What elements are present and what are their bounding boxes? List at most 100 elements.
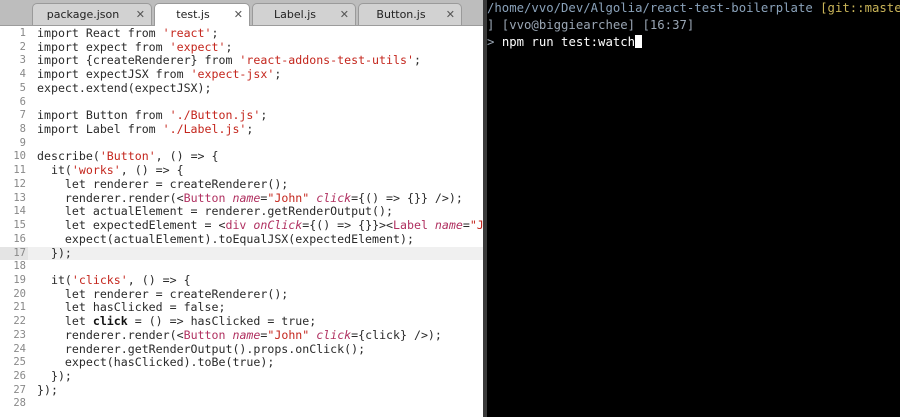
- close-icon[interactable]: ✕: [340, 8, 349, 21]
- code-line-27: });: [37, 382, 483, 398]
- line-number: 2: [19, 40, 26, 53]
- string-token: 'clicks': [71, 272, 128, 287]
- line-number: 25: [13, 356, 26, 369]
- code-text: , () => {: [127, 272, 191, 287]
- code-text: });: [37, 382, 58, 397]
- tab-label: Button.js: [376, 8, 426, 21]
- code-text: ;: [413, 53, 421, 68]
- code-text: import Label from: [37, 122, 163, 137]
- code-text: =: [462, 218, 470, 233]
- tab-label: Label.js: [274, 8, 316, 21]
- code-line-4: import expectJSX from 'expect-jsx';: [37, 67, 483, 82]
- code-lines[interactable]: import React from 'react'; import expect…: [28, 26, 483, 411]
- string-token: "John": [267, 327, 310, 342]
- close-icon[interactable]: ✕: [136, 8, 145, 21]
- jsx-attr-token: click: [316, 327, 352, 342]
- code-line-2: import expect from 'expect';: [37, 39, 483, 55]
- code-line-25: expect(hasClicked).toBe(true);: [37, 355, 483, 370]
- tab-package-json[interactable]: package.json ✕: [32, 3, 152, 25]
- line-number: 3: [19, 54, 26, 67]
- line-number: 23: [13, 328, 26, 341]
- line-number: 12: [13, 177, 26, 190]
- line-number: 4: [19, 68, 26, 81]
- line-number: 28: [13, 397, 26, 410]
- code-line-26: });: [37, 369, 483, 384]
- string-token: 'works': [71, 163, 121, 178]
- code-text: import expectJSX from: [37, 67, 191, 82]
- tab-button-js[interactable]: Button.js ✕: [358, 3, 462, 25]
- tab-bar: package.json ✕ test.js ✕ Label.js ✕ Butt…: [0, 0, 483, 26]
- code-text: = () => hasClicked = true;: [127, 314, 317, 329]
- terminal-cwd: /home/vvo/Dev/Algolia/react-test-boilerp…: [487, 1, 813, 15]
- jsx-attr-token: name: [232, 190, 261, 205]
- code-text: import expect from: [37, 39, 170, 54]
- code-area[interactable]: 1 2 3 4 5 6 7 8 9 10 11 12 13 14 15 16 17 18 19 20 21 22 23 24 2…: [0, 26, 483, 417]
- jsx-tag-token: Label: [393, 218, 428, 233]
- close-icon[interactable]: ✕: [234, 8, 243, 21]
- code-line-5: expect.extend(expectJSX);: [37, 81, 483, 96]
- terminal-prompt: >: [487, 35, 495, 49]
- line-number: 17: [0, 246, 28, 261]
- line-number: 22: [13, 315, 26, 328]
- code-editor[interactable]: package.json ✕ test.js ✕ Label.js ✕ Butt…: [0, 0, 483, 417]
- code-text: ={() => {}} />);: [351, 190, 463, 205]
- line-number: 7: [19, 109, 26, 122]
- string-token: 'Button': [99, 149, 156, 164]
- line-number: 8: [19, 123, 26, 136]
- string-token: 'react-addons-test-utils': [239, 53, 414, 68]
- code-text: });: [37, 245, 72, 260]
- code-text: let renderer = createRenderer();: [37, 286, 289, 301]
- code-line-24: renderer.getRenderOutput().props.onClick…: [37, 342, 483, 357]
- tab-test-js[interactable]: test.js ✕: [154, 3, 250, 26]
- code-text: ={click} />);: [351, 327, 442, 342]
- code-text: ;: [260, 108, 268, 123]
- string-token: './Button.js': [169, 108, 261, 123]
- code-text: import {createRenderer} from: [37, 53, 240, 68]
- code-text: it(: [37, 163, 72, 178]
- bold-identifier-token: click: [92, 314, 128, 329]
- code-text: import React from: [37, 26, 163, 40]
- code-text: let renderer = createRenderer();: [37, 176, 289, 191]
- tab-label-js[interactable]: Label.js ✕: [252, 3, 356, 25]
- code-line-14: let actualElement = renderer.getRenderOu…: [37, 204, 483, 219]
- line-number: 20: [13, 287, 26, 300]
- line-number: 16: [13, 232, 26, 245]
- code-text: ;: [211, 26, 219, 40]
- line-number: 6: [19, 95, 26, 108]
- line-number: 1: [19, 27, 26, 39]
- jsx-tag-token: Button: [183, 190, 226, 205]
- code-text: expect(actualElement).toEqualJSX(expecte…: [37, 231, 414, 246]
- code-line-11: it('works', () => {: [37, 163, 483, 178]
- jsx-attr-token: click: [316, 190, 352, 205]
- terminal-input-line[interactable]: > npm run test:watch: [487, 34, 900, 51]
- line-number: 15: [13, 219, 26, 232]
- jsx-tag-token: div: [225, 218, 247, 233]
- terminal[interactable]: /home/vvo/Dev/Algolia/react-test-boilerp…: [487, 0, 900, 417]
- line-number: 11: [13, 164, 26, 177]
- code-text: let actualElement = renderer.getRenderOu…: [37, 204, 393, 219]
- code-line-15: let expectedElement = <div onClick={() =…: [37, 218, 483, 233]
- code-line-16: expect(actualElement).toEqualJSX(expecte…: [37, 231, 483, 247]
- code-line-12: let renderer = createRenderer();: [37, 176, 483, 192]
- code-text: expect(hasClicked).toBe(true);: [37, 355, 275, 370]
- close-icon[interactable]: ✕: [446, 8, 455, 21]
- string-token: "John": [469, 218, 483, 233]
- tab-label: package.json: [46, 8, 120, 21]
- code-line-3: import {createRenderer} from 'react-addo…: [37, 54, 483, 68]
- line-number: 9: [19, 136, 26, 149]
- code-line-13: renderer.render(<Button name="John" clic…: [37, 190, 483, 206]
- line-number: 27: [13, 383, 26, 396]
- line-number: 10: [13, 150, 26, 163]
- code-line-22: let click = () => hasClicked = true;: [37, 314, 483, 329]
- code-text: let: [37, 314, 93, 329]
- code-line-10: describe('Button', () => {: [37, 150, 483, 164]
- jsx-attr-token: onClick: [253, 218, 303, 233]
- terminal-command[interactable]: npm run test:watch: [502, 35, 635, 49]
- code-text: renderer.render(<: [37, 327, 184, 342]
- jsx-attr-token: name: [434, 218, 463, 233]
- string-token: './Label.js': [162, 122, 247, 137]
- code-line-17-current: });: [28, 245, 483, 261]
